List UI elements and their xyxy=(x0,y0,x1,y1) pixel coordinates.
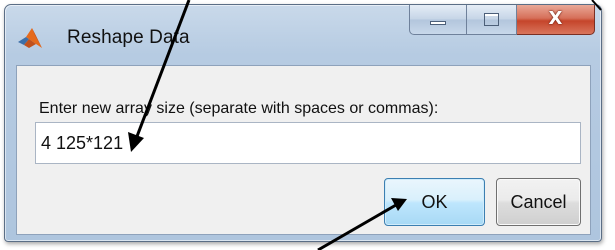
minimize-icon xyxy=(430,21,446,25)
window-title: Reshape Data xyxy=(67,27,190,48)
array-size-input[interactable] xyxy=(35,122,581,164)
maximize-icon xyxy=(484,13,499,26)
array-size-prompt: Enter new array size (separate with spac… xyxy=(39,100,439,117)
dialog-body: Enter new array size (separate with spac… xyxy=(16,65,591,235)
caption-buttons: X xyxy=(409,5,595,35)
matlab-logo-icon xyxy=(18,28,42,48)
close-button[interactable]: X xyxy=(517,5,595,35)
minimize-button[interactable] xyxy=(409,5,467,35)
maximize-button[interactable] xyxy=(467,5,517,35)
cancel-button[interactable]: Cancel xyxy=(496,178,581,226)
close-icon: X xyxy=(548,8,563,29)
ok-button[interactable]: OK xyxy=(384,178,485,226)
reshape-data-dialog: Reshape Data X Enter new array size (sep… xyxy=(4,4,602,242)
